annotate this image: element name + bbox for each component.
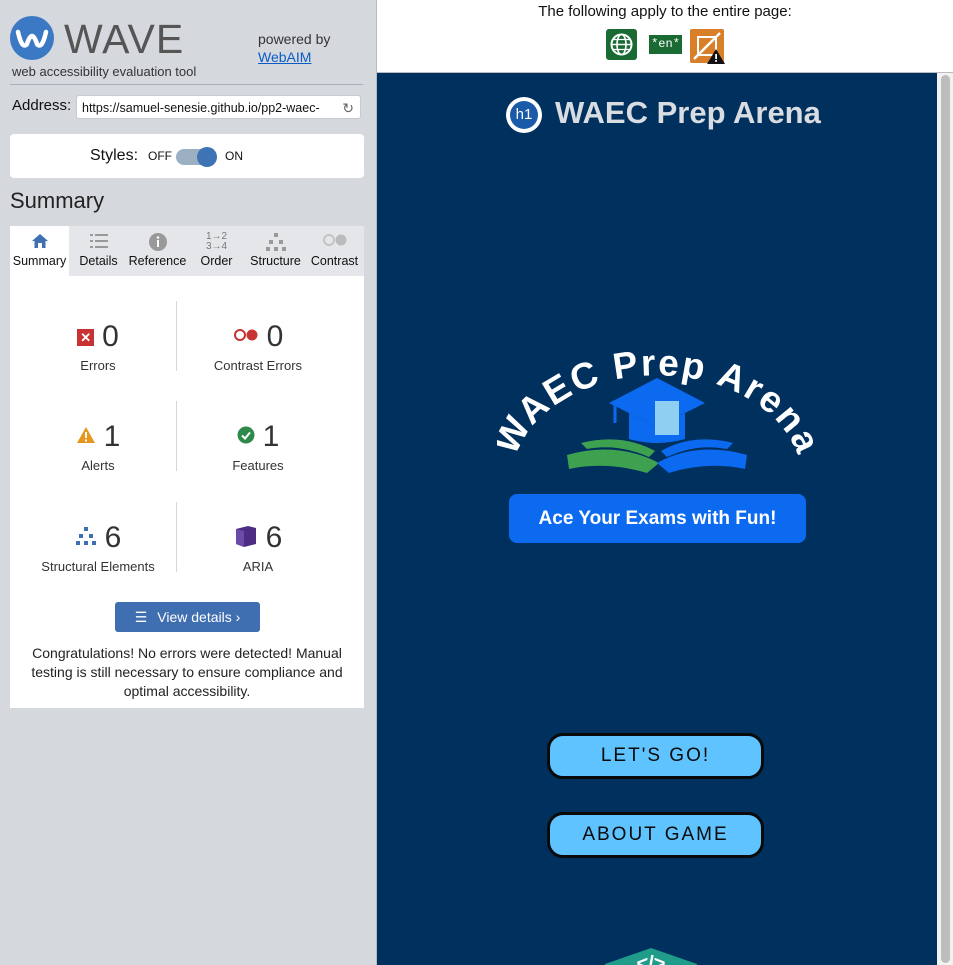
divider [176, 301, 177, 371]
error-icon: ✕ [77, 328, 95, 346]
h1-badge-label: h1 [510, 101, 538, 129]
summary-heading: Summary [10, 188, 105, 213]
tab-reference[interactable]: Reference [128, 226, 187, 276]
page-level-text: The following apply to the entire page: [538, 3, 792, 20]
structural-count: 6 [104, 521, 122, 554]
address-input[interactable]: https://samuel-senesie.github.io/pp2-wae… [76, 95, 361, 119]
list-icon [69, 232, 128, 254]
list-icon: ☰ [134, 609, 148, 625]
page-title: WAEC Prep Arena [555, 95, 821, 130]
features-label: Features [232, 458, 284, 473]
styles-on-label: ON [225, 149, 243, 163]
structure-icon [75, 526, 97, 551]
congrats-message: Congratulations! No errors were detected… [31, 645, 343, 699]
tab-summary[interactable]: Summary [10, 226, 69, 276]
address-value: https://samuel-senesie.github.io/pp2-wae… [82, 101, 320, 115]
address-label: Address: [12, 97, 72, 114]
site-preview: h1 WAEC Prep Arena WAEC Prep Arena Ace Y… [377, 73, 937, 965]
scrollbar-thumb[interactable] [941, 75, 950, 963]
alerts-count: 1 [103, 420, 121, 453]
styles-label: Styles: [90, 147, 139, 164]
code-badge-label: </> [637, 953, 666, 965]
structural-stat[interactable]: 6 Structural Elements [18, 521, 178, 574]
h1-badge[interactable]: h1 [506, 97, 542, 133]
wave-header: WAVE web accessibility evaluation tool p… [10, 14, 370, 84]
wave-subtitle: web accessibility evaluation tool [12, 64, 197, 79]
reload-icon[interactable]: ↻ [342, 96, 354, 118]
wave-logo-text: WAVE [64, 16, 185, 62]
alerts-label: Alerts [81, 458, 115, 473]
wave-logo-icon [10, 16, 54, 60]
language-badge[interactable]: *en* [649, 35, 682, 54]
tab-label: Order [200, 254, 233, 268]
waec-logo-image: WAEC Prep Arena [497, 342, 817, 473]
contrast-icon [305, 232, 364, 254]
globe-icon[interactable] [606, 29, 637, 60]
structure-icon [246, 232, 305, 254]
structural-label: Structural Elements [41, 559, 155, 574]
order-icon: 1→2 3→4 [205, 231, 228, 252]
info-icon [128, 232, 187, 254]
contrast-errors-label: Contrast Errors [213, 358, 303, 373]
aria-cube-icon [234, 524, 258, 553]
summary-panel: ✕ 0 Errors 0 Contrast Errors 1 Alerts 1 F… [10, 276, 364, 708]
features-count: 1 [262, 420, 280, 453]
view-details-button[interactable]: ☰ View details › [115, 602, 260, 632]
tab-details[interactable]: Details [69, 226, 128, 276]
view-details-label: View details › [157, 609, 241, 625]
contrast-errors-count: 0 [266, 320, 284, 353]
divider [176, 401, 177, 471]
code-icon[interactable]: </> [605, 946, 697, 965]
tab-structure[interactable]: Structure [246, 226, 305, 276]
aria-label: ARIA [242, 559, 274, 574]
aria-stat[interactable]: 6 ARIA [178, 521, 338, 574]
webaim-link[interactable]: WebAIM [258, 49, 311, 65]
lets-go-button[interactable]: LET'S GO! [547, 733, 764, 779]
tab-label: Contrast [310, 254, 359, 268]
no-page-regions-alert-icon[interactable] [690, 29, 725, 64]
feature-check-icon [237, 426, 255, 449]
contrast-error-icon [233, 328, 259, 347]
powered-by: powered by WebAIM [258, 30, 330, 66]
tagline-banner: Ace Your Exams with Fun! [509, 494, 806, 543]
tab-label: Reference [128, 254, 187, 268]
tab-label: Details [79, 254, 118, 268]
alerts-stat[interactable]: 1 Alerts [18, 420, 178, 473]
styles-off-label: OFF [148, 149, 172, 163]
divider [176, 502, 177, 572]
tab-order[interactable]: 1→2 3→4 Order [187, 226, 246, 276]
page-level-bar: The following apply to the entire page: … [377, 0, 953, 73]
home-icon [10, 232, 69, 254]
alert-icon [76, 426, 96, 449]
errors-stat[interactable]: ✕ 0 Errors [18, 320, 178, 373]
features-stat[interactable]: 1 Features [178, 420, 338, 473]
tab-contrast[interactable]: Contrast [305, 226, 364, 276]
about-game-button[interactable]: ABOUT GAME [547, 812, 764, 858]
powered-by-text: powered by [258, 31, 331, 47]
contrast-errors-stat[interactable]: 0 Contrast Errors [178, 320, 338, 373]
tab-label: Structure [250, 254, 301, 268]
tab-bar: Summary Details Reference 1→2 3→4 Order S… [10, 226, 364, 276]
styles-panel: Styles: OFF ON [10, 134, 364, 178]
styles-toggle-knob[interactable] [197, 147, 217, 167]
wave-sidebar: WAVE web accessibility evaluation tool p… [0, 0, 377, 965]
aria-count: 6 [265, 521, 283, 554]
tab-label: Summary [12, 254, 67, 268]
errors-label: Errors [80, 358, 116, 373]
divider [10, 84, 363, 85]
errors-count: 0 [102, 320, 119, 353]
